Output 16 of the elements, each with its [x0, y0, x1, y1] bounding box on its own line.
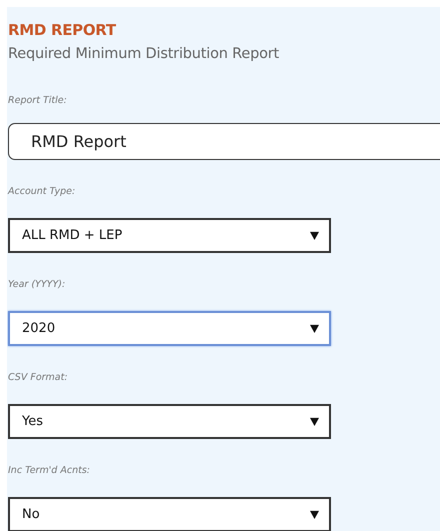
report-title: RMD REPORT [8, 21, 117, 39]
select-field[interactable]: 2020 [8, 311, 331, 346]
caret-icon [310, 324, 319, 333]
field-label: Year (YYYY): [8, 279, 66, 290]
field-label: Report Title: [8, 95, 68, 106]
caret-icon [310, 417, 319, 426]
caret-icon [310, 510, 319, 519]
field-label: CSV Format: [8, 372, 69, 383]
input-field[interactable]: RMD Report [8, 123, 440, 160]
select-field[interactable]: No [8, 497, 331, 531]
field-label: Inc Term'd Acnts: [8, 465, 91, 476]
caret-icon [310, 231, 319, 240]
report-subtitle: Required Minimum Distribution Report [8, 46, 280, 62]
field-label: Account Type: [8, 186, 76, 197]
select-field[interactable]: ALL RMD + LEP [8, 218, 331, 253]
select-field[interactable]: Yes [8, 404, 331, 439]
